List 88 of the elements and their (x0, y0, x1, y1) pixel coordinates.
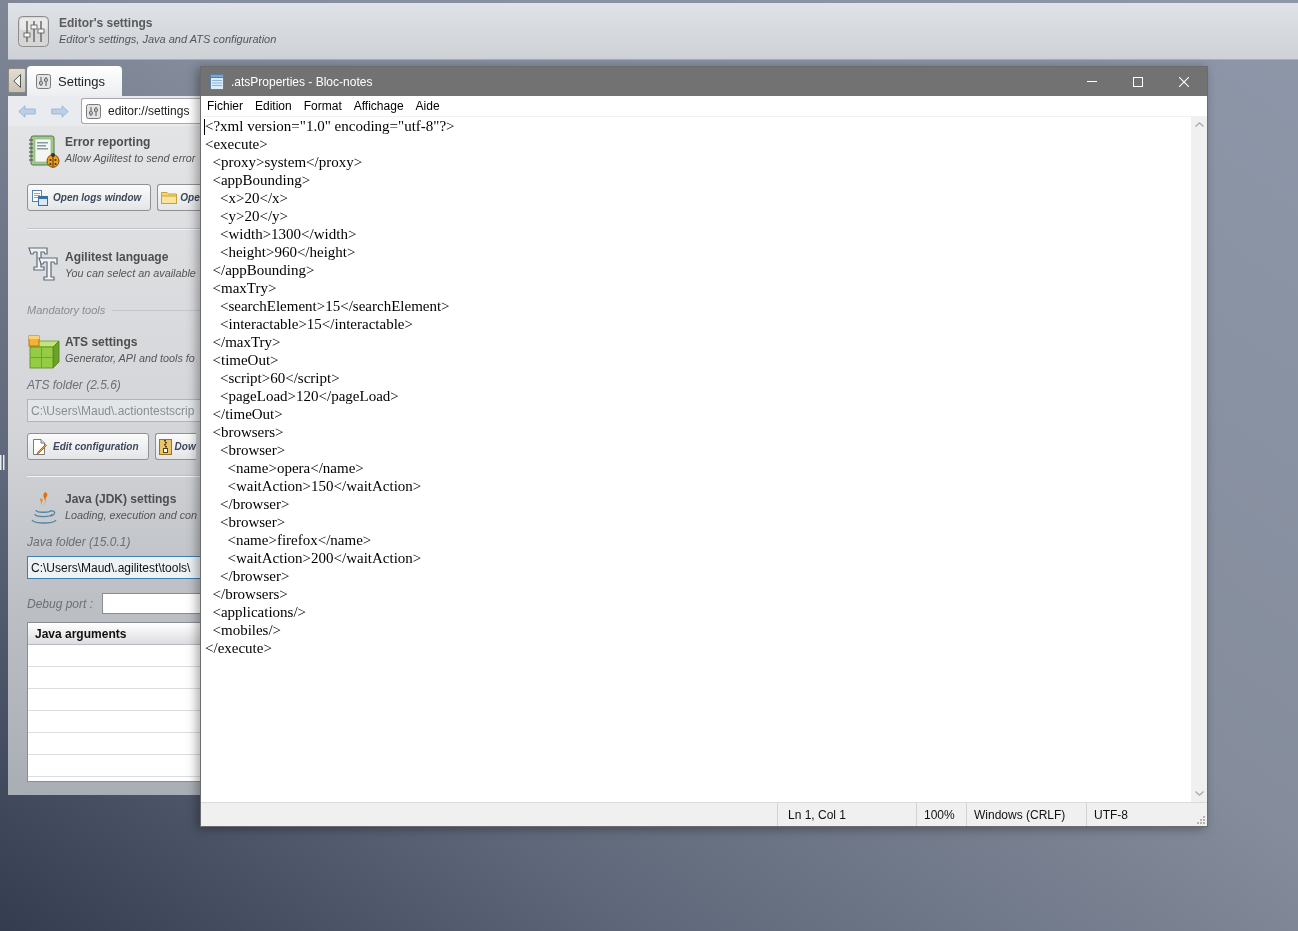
open-logs-button[interactable]: Open logs window (27, 184, 152, 211)
text-line: </timeOut> (211, 405, 283, 423)
edit-configuration-button[interactable]: Edit configuration (27, 433, 149, 460)
text-line: </browser> (219, 495, 290, 513)
triangle-left-icon (13, 73, 21, 88)
window-title: .atsProperties - Bloc-notes (231, 74, 373, 89)
text-line: <name>firefox</name> (226, 531, 372, 549)
back-arrow-icon[interactable] (18, 104, 36, 118)
tab-scroll-button[interactable] (8, 68, 26, 93)
text-line: <height>960</height> (219, 243, 356, 261)
section-title: Error reporting (65, 135, 152, 150)
section-title: Agilitest language (65, 250, 170, 265)
text-line: <maxTry> (211, 279, 277, 297)
line-ending: Windows (CRLF) (974, 807, 1066, 822)
forward-arrow-icon[interactable] (51, 104, 69, 118)
section-title: ATS settings (65, 335, 139, 350)
sliders-icon (18, 15, 49, 47)
resize-grip-icon[interactable] (1197, 816, 1205, 824)
font-icon (28, 247, 58, 282)
text-encoding: UTF-8 (1094, 807, 1128, 822)
header-title: Editor's settings (59, 15, 154, 31)
text-line: <appBounding> (211, 171, 311, 189)
field-label: Debug port : (27, 596, 95, 611)
text-line: </appBounding> (211, 261, 315, 279)
text-line: <x>20</x> (219, 189, 288, 207)
text-line: <waitAction>200</waitAction> (226, 549, 422, 567)
scroll-up-icon[interactable] (1194, 122, 1204, 127)
text-line: <browser> (219, 441, 286, 459)
tab[interactable]: Settings (27, 66, 122, 96)
text-line: </browsers> (211, 585, 288, 603)
scrollbar[interactable] (1191, 117, 1207, 802)
notepad-icon (210, 73, 224, 90)
section-title: Java (JDK) settings (65, 492, 178, 507)
text-line: <name>opera</name> (226, 459, 364, 477)
coffee-cup-icon (30, 491, 58, 526)
address-field[interactable]: editor://settings (81, 98, 200, 124)
section-subtitle: You can select an available (65, 266, 196, 281)
text-line: </maxTry> (211, 333, 281, 351)
text-line: <browser> (219, 513, 286, 531)
folder-icon (161, 191, 178, 204)
text-line: </browser> (219, 567, 290, 585)
folder-path-field[interactable]: C:\Users\Maud\.agilitest\tools\ (27, 556, 200, 579)
cursor-position: Ln 1, Col 1 (788, 807, 847, 822)
text-line: <pageLoad>120</pageLoad> (219, 387, 399, 405)
field-label: Java folder (15.0.1) (27, 535, 131, 549)
text-line: <interactable>15</interactable> (219, 315, 413, 333)
text-line: </execute> (205, 639, 272, 657)
document-window-icon (32, 189, 48, 206)
archive-button[interactable]: Dow (154, 433, 196, 460)
text-line: <proxy>system</proxy> (211, 153, 363, 171)
text-line: <mobiles/> (211, 621, 282, 639)
text-line: <?xml version="1.0" encoding="utf-8"?> (205, 117, 455, 135)
cubes-icon (28, 335, 60, 369)
sliders-icon (86, 103, 101, 119)
notebook-bug-icon (28, 135, 60, 168)
text-line: <execute> (205, 135, 268, 153)
text-line: <applications/> (211, 603, 307, 621)
column-header[interactable]: Java arguments (28, 623, 200, 645)
menu-item[interactable]: Affichage (347, 97, 410, 115)
menu-item[interactable]: Fichier (201, 97, 249, 115)
minimize-icon (1087, 81, 1097, 82)
text-line: <browsers> (211, 423, 284, 441)
text-line: <timeOut> (211, 351, 279, 369)
menu-item[interactable]: Format (297, 97, 348, 115)
field-label: ATS folder (2.5.6) (27, 378, 121, 392)
text-line: <width>1300</width> (219, 225, 357, 243)
header-subtitle: Editor's settings, Java and ATS configuration (59, 32, 277, 47)
text-cursor (204, 119, 205, 135)
text-line: <script>60</script> (219, 369, 340, 387)
menu-item[interactable]: Edition (249, 97, 298, 115)
text-line: <waitAction>150</waitAction> (226, 477, 422, 495)
scroll-down-icon[interactable] (1194, 791, 1204, 796)
section-subtitle: Generator, API and tools fo (65, 351, 195, 366)
splitter-grip-icon[interactable] (0, 455, 5, 470)
text-line: <y>20</y> (219, 207, 288, 225)
sliders-icon (36, 73, 51, 89)
zoom-level: 100% (924, 807, 955, 822)
menu-item[interactable]: Aide (409, 97, 446, 115)
section-subtitle: Loading, execution and con (65, 508, 198, 523)
close-icon (1179, 76, 1189, 87)
group-label: Mandatory tools (27, 304, 106, 316)
archive-icon (158, 438, 172, 455)
maximize-icon (1133, 76, 1143, 87)
debug-port-field[interactable] (102, 593, 200, 614)
folder-button[interactable]: Ope (157, 184, 200, 211)
text-line: <searchElement>15</searchElement> (219, 297, 450, 315)
section-subtitle: Allow Agilitest to send error (65, 151, 196, 166)
edit-document-icon (32, 438, 48, 455)
